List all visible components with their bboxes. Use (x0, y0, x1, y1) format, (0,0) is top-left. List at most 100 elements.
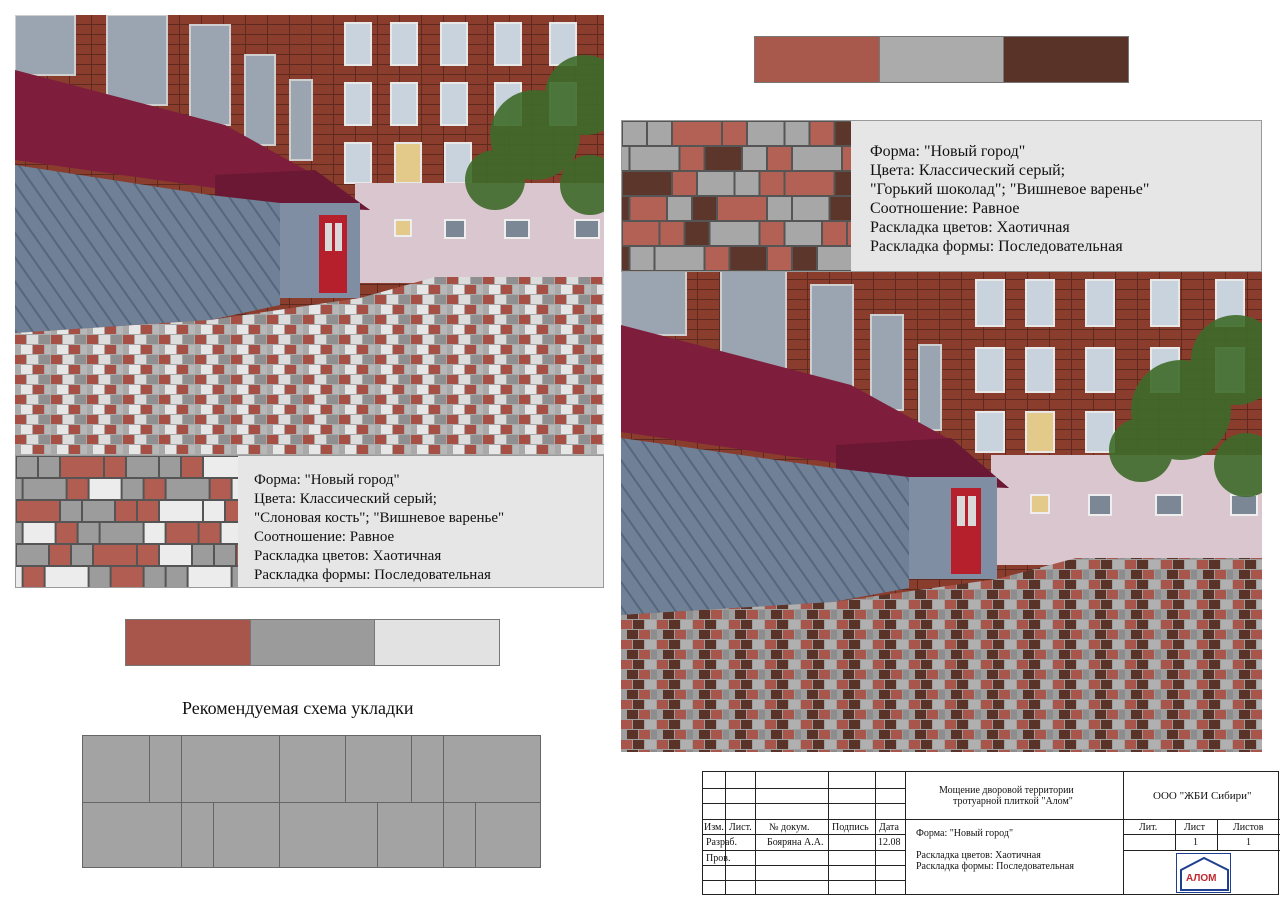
paving-tile (182, 457, 202, 477)
left-info-line-color-layout: Раскладка цветов: Хаотичная (254, 548, 442, 564)
paving-tile (127, 457, 158, 477)
left-info-text: Форма: "Новый город" Цвета: Классический… (254, 471, 504, 585)
paving-tile (785, 172, 834, 195)
paving-tile (56, 523, 77, 543)
swatch-classic-grey (249, 620, 376, 665)
paving-tile (655, 247, 704, 270)
paving-tile (232, 567, 238, 587)
paving-tile (848, 222, 851, 245)
right-paving-pattern (622, 121, 851, 271)
paving-tile (78, 523, 99, 543)
paving-tile (830, 197, 851, 220)
paving-tile (100, 523, 143, 543)
paving-tile (823, 222, 846, 245)
right-info-line-ratio: Соотношение: Равное (870, 200, 1020, 217)
paving-tile (138, 545, 158, 565)
swatch-cherry-jam (755, 37, 879, 82)
paving-tile (793, 247, 816, 270)
paving-tile (630, 247, 654, 270)
paving-tile (188, 567, 231, 587)
header-date: Дата (879, 822, 899, 833)
paving-tile (50, 545, 70, 565)
paving-tile (138, 501, 158, 521)
paving-tile (166, 523, 198, 543)
alom-logo: АЛОМ (1176, 853, 1231, 893)
desc-shape-layout: Раскладка формы: Последовательная (916, 861, 1074, 872)
paving-tile (760, 172, 784, 195)
paving-tile (730, 247, 766, 270)
paving-tile (785, 122, 809, 145)
left-info-line-shape-layout: Раскладка формы: Последовательная (254, 567, 491, 583)
paving-tile (160, 457, 180, 477)
paving-tile (743, 147, 766, 170)
paving-tile (623, 122, 646, 145)
paving-tile (45, 567, 88, 587)
header-signature: Подпись (832, 822, 869, 833)
right-info-line-colors: Цвета: Классический серый; (870, 162, 1066, 179)
left-color-swatches (125, 619, 500, 666)
paving-tile (622, 197, 629, 220)
paving-tile (105, 457, 125, 477)
paving-tile (226, 501, 238, 521)
paving-tile (204, 457, 238, 477)
paving-tile (17, 545, 48, 565)
paving-tile (760, 222, 784, 245)
lit-label: Лит. (1139, 822, 1158, 833)
paving-tile (16, 523, 22, 543)
swatch-cherry-jam (126, 620, 250, 665)
paving-tile (818, 247, 851, 270)
paving-tile (116, 501, 136, 521)
header-list: Лист. (729, 822, 752, 833)
paving-tile (680, 147, 704, 170)
laying-scheme (82, 735, 541, 868)
paving-tile (622, 147, 629, 170)
paving-tile (199, 523, 220, 543)
paving-tile (232, 479, 238, 499)
swatch-classic-grey (878, 37, 1005, 82)
right-info-text: Форма: "Новый город" Цвета: Классический… (870, 142, 1149, 256)
row-developer-label: Разраб. (706, 837, 737, 848)
right-info-line-color-layout: Раскладка цветов: Хаотичная (870, 219, 1070, 236)
paving-tile (204, 501, 224, 521)
paving-tile (61, 457, 103, 477)
paving-tile (630, 147, 679, 170)
paving-tile (705, 147, 741, 170)
paving-tile (94, 545, 136, 565)
paving-tile (668, 197, 691, 220)
left-info-line-color-names: "Слоновая кость"; "Вишневое варенье" (254, 510, 505, 526)
paving-tile (215, 545, 235, 565)
left-info-line-ratio: Соотношение: Равное (254, 529, 395, 545)
paving-tile (160, 545, 191, 565)
left-info-box: Форма: "Новый город" Цвета: Классический… (15, 455, 604, 588)
paving-tile (89, 567, 110, 587)
right-info-box: Форма: "Новый город" Цвета: Классический… (621, 120, 1262, 272)
paving-tile (660, 222, 684, 245)
header-izm: Изм. (704, 822, 724, 833)
left-info-line-colors: Цвета: Классический серый; (254, 491, 437, 507)
paving-tile (698, 172, 734, 195)
swatch-ivory (375, 620, 500, 665)
paving-tile (793, 197, 829, 220)
paving-tile (673, 172, 696, 195)
row-checker-label: Пров. (706, 853, 731, 864)
paving-tile (237, 545, 238, 565)
paving-tile (16, 479, 22, 499)
paving-tile (39, 457, 59, 477)
developer-name: Бояряна А.А. (767, 837, 824, 848)
sheet-label: Лист (1184, 822, 1205, 833)
paving-tile (768, 247, 791, 270)
paving-tile (793, 147, 841, 170)
header-doc-number: № докум. (769, 822, 810, 833)
sheet-value: 1 (1193, 837, 1198, 848)
paving-tile (210, 479, 231, 499)
paving-tile (648, 122, 671, 145)
paving-tile (768, 197, 791, 220)
sheets-value: 1 (1246, 837, 1251, 848)
paving-tile (630, 197, 666, 220)
paving-tile (111, 567, 143, 587)
paving-tile (623, 222, 659, 245)
paving-tile (17, 457, 37, 477)
scheme-heading: Рекомендуемая схема укладки (182, 698, 414, 718)
paving-tile (23, 479, 66, 499)
left-visualization-photo (15, 15, 604, 456)
